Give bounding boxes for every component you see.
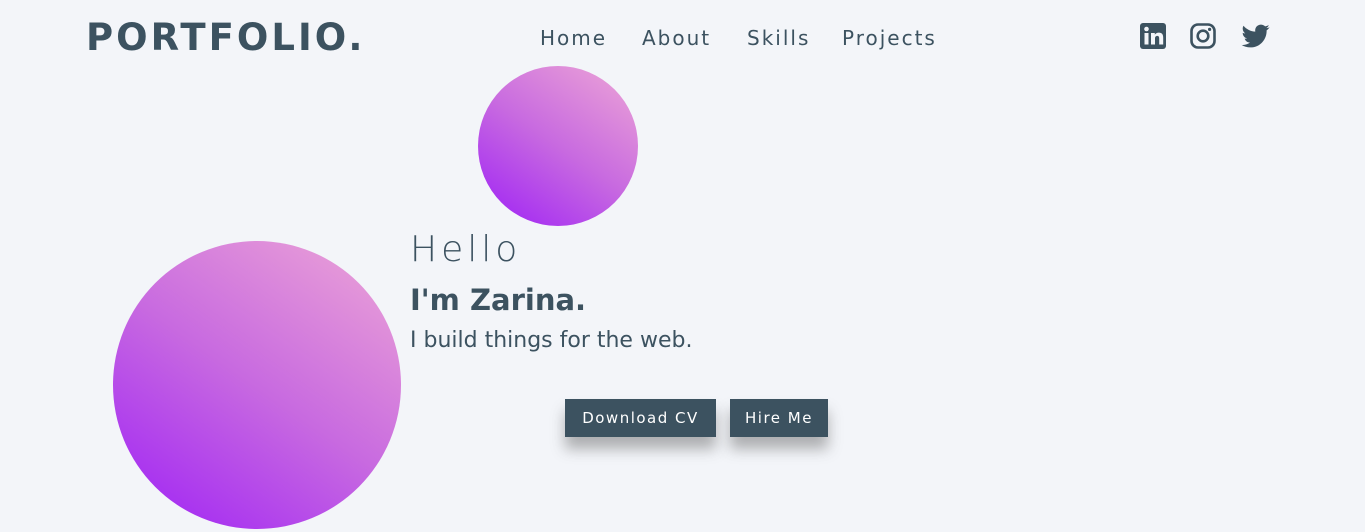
decorative-gradient-circle-large (113, 241, 401, 529)
nav-item-projects[interactable]: Projects (842, 24, 937, 52)
logo[interactable]: PORTFOLIO. (86, 16, 365, 60)
nav-item-skills[interactable]: Skills (747, 24, 810, 52)
decorative-gradient-circle-small (478, 66, 638, 226)
nav-item-about[interactable]: About (642, 24, 711, 52)
nav-item-home[interactable]: Home (540, 24, 607, 52)
linkedin-icon[interactable] (1139, 22, 1169, 52)
hero-name: I'm Zarina. (410, 283, 587, 317)
hero-tagline: I build things for the web. (410, 328, 693, 353)
download-cv-button[interactable]: Download CV (565, 399, 716, 437)
hero-greeting: Hello (410, 229, 522, 270)
twitter-icon[interactable] (1240, 22, 1270, 52)
instagram-icon[interactable] (1189, 22, 1219, 52)
hire-me-button[interactable]: Hire Me (730, 399, 828, 437)
